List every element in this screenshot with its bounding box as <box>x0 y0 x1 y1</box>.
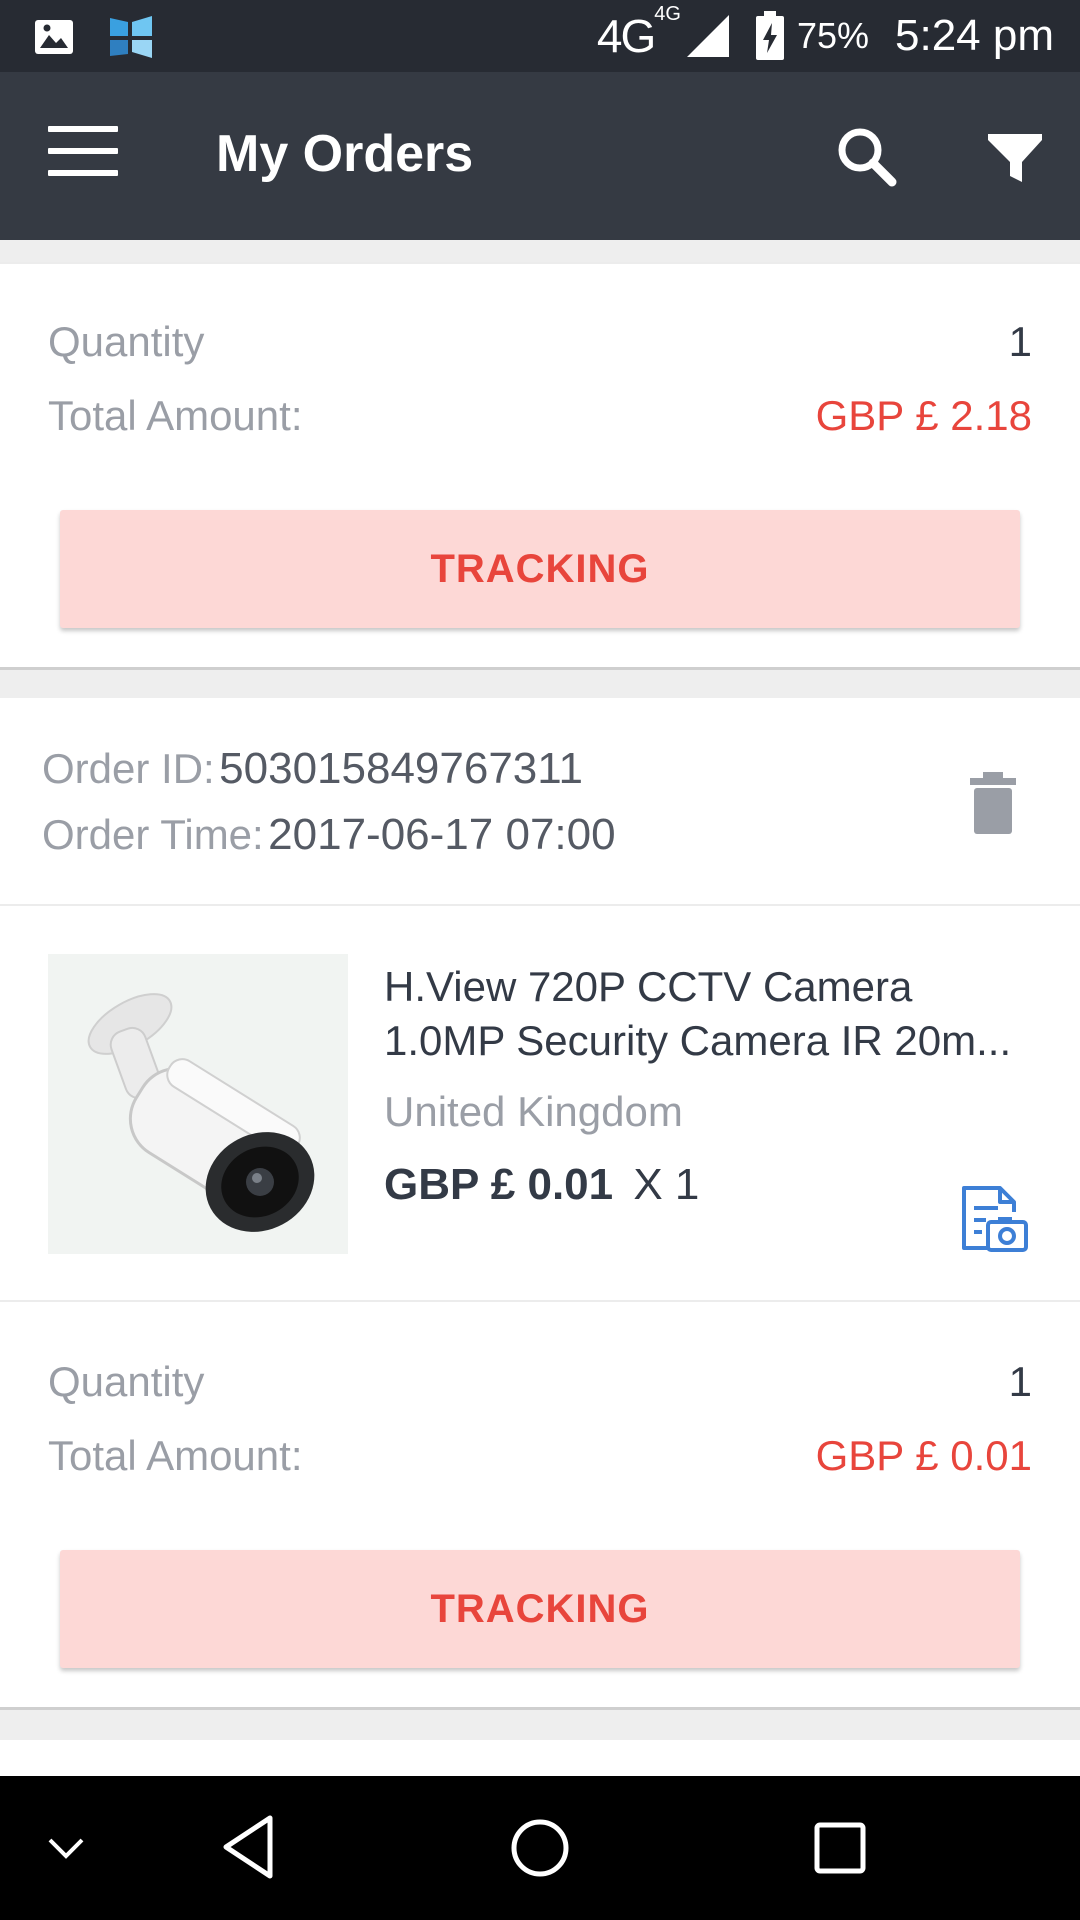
menu-icon[interactable] <box>48 126 118 186</box>
tracking-button[interactable]: TRACKING <box>60 1550 1020 1668</box>
battery-icon <box>755 11 784 60</box>
back-icon[interactable] <box>218 1812 278 1882</box>
photo-review-icon[interactable] <box>958 1182 1030 1254</box>
signal-icon <box>686 15 729 57</box>
cctv-camera-image <box>48 954 348 1254</box>
quantity-value: 1 <box>1008 1358 1032 1405</box>
quantity-row: Quantity 1 <box>48 318 1032 366</box>
status-bar: 4G4G 75% 5:24 pm <box>0 0 1080 72</box>
quantity-label: Quantity <box>48 1358 205 1405</box>
page-title: My Orders <box>216 125 474 183</box>
order-id-row: Order ID: 503015849767311 <box>42 744 583 794</box>
battery-percent: 75% <box>796 15 870 56</box>
app-bar: My Orders <box>0 72 1080 240</box>
order-id: 503015849767311 <box>219 744 583 793</box>
recents-icon[interactable] <box>812 1820 868 1876</box>
total-amount: GBP £ 2.18 <box>815 392 1032 439</box>
app-notification-icon <box>110 16 152 58</box>
product-quantity: X 1 <box>633 1160 700 1209</box>
order-card-partial <box>0 1740 1080 1780</box>
trash-icon[interactable] <box>964 770 1022 836</box>
home-icon[interactable] <box>508 1816 572 1880</box>
product-country: United Kingdom <box>384 1088 683 1135</box>
total-row: Total Amount: GBP £ 0.01 <box>48 1432 1032 1480</box>
order-time: 2017-06-17 07:00 <box>268 810 616 859</box>
total-row: Total Amount: GBP £ 2.18 <box>48 392 1032 440</box>
order-card: Quantity 1 Total Amount: GBP £ 2.18 TRAC… <box>0 262 1080 670</box>
chevron-down-icon[interactable] <box>44 1826 88 1870</box>
gallery-notification-icon <box>35 20 73 54</box>
order-card: Order ID: 503015849767311 Order Time: 20… <box>0 698 1080 1710</box>
order-time-label: Order Time: <box>42 811 264 858</box>
tracking-button[interactable]: TRACKING <box>60 510 1020 628</box>
product-name-line2: 1.0MP Security Camera IR 20m... <box>384 1017 1012 1064</box>
product-image[interactable] <box>48 954 348 1254</box>
product-divider <box>0 1300 1080 1302</box>
search-icon[interactable] <box>830 120 902 192</box>
total-label: Total Amount: <box>48 392 303 439</box>
quantity-value: 1 <box>1008 318 1032 365</box>
product-price-row: GBP £ 0.01 X 1 <box>384 1160 699 1210</box>
product-name[interactable]: H.View 720P CCTV Camera 1.0MP Security C… <box>384 960 1034 1068</box>
total-label: Total Amount: <box>48 1432 303 1479</box>
total-amount: GBP £ 0.01 <box>815 1432 1032 1479</box>
clock: 5:24 pm <box>895 11 1054 60</box>
network-type: 4G4G <box>596 3 681 62</box>
order-id-label: Order ID: <box>42 745 215 792</box>
product-name-line1: H.View 720P CCTV Camera <box>384 963 913 1010</box>
product-price: GBP £ 0.01 <box>384 1160 614 1209</box>
filter-icon[interactable] <box>980 120 1050 192</box>
quantity-label: Quantity <box>48 318 205 365</box>
card-divider <box>0 1707 1080 1710</box>
order-head-divider <box>0 904 1080 906</box>
card-divider <box>0 667 1080 670</box>
navigation-bar <box>0 1776 1080 1920</box>
order-time-row: Order Time: 2017-06-17 07:00 <box>42 810 616 860</box>
quantity-row: Quantity 1 <box>48 1358 1032 1406</box>
